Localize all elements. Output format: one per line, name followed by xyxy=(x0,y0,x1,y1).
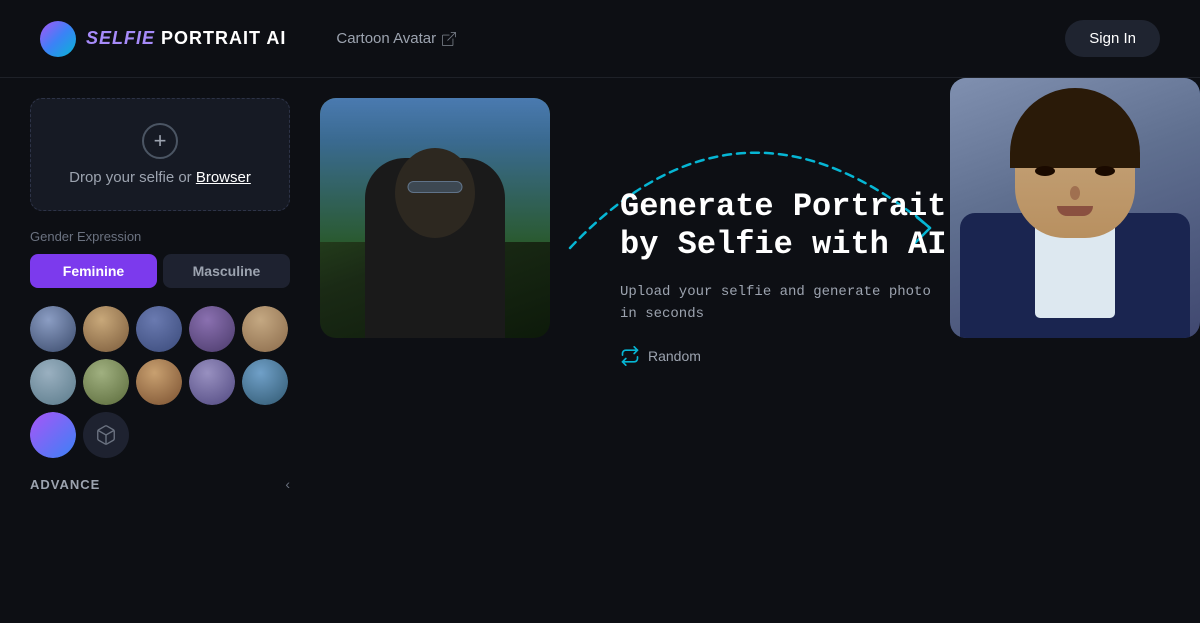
logo-selfie: SELFIE xyxy=(86,28,155,48)
gender-toggle: Feminine Masculine xyxy=(30,254,290,288)
avatar-item[interactable] xyxy=(30,359,76,405)
result-portrait xyxy=(950,78,1200,338)
logo-text: SELFIE PORTRAIT AI xyxy=(86,28,286,49)
hero-title: Generate Portrait by Selfie with AI xyxy=(620,188,970,265)
avatar-item[interactable] xyxy=(30,412,76,458)
logo-icon xyxy=(40,21,76,57)
logo[interactable]: SELFIE PORTRAIT AI xyxy=(40,21,286,57)
avatar-item[interactable] xyxy=(189,359,235,405)
avatar-item[interactable] xyxy=(189,306,235,352)
avatar-item[interactable] xyxy=(83,359,129,405)
avatar-item[interactable] xyxy=(242,359,288,405)
avatar-item[interactable] xyxy=(30,306,76,352)
header: SELFIE PORTRAIT AI Cartoon Avatar Sign I… xyxy=(0,0,1200,78)
avatar-grid xyxy=(30,306,290,458)
left-panel: + Drop your selfie or Browser Gender Exp… xyxy=(0,78,320,622)
advance-section[interactable]: ADVANCE ‹ xyxy=(30,476,290,492)
avatar-item[interactable] xyxy=(242,306,288,352)
upload-browser-link[interactable]: Browser xyxy=(196,169,251,186)
advance-label: ADVANCE xyxy=(30,477,100,492)
upload-plus-icon: + xyxy=(142,123,178,159)
logo-ai: AI xyxy=(261,28,286,48)
upload-dropzone[interactable]: + Drop your selfie or Browser xyxy=(30,98,290,211)
gender-feminine-button[interactable]: Feminine xyxy=(30,254,157,288)
avatar-item[interactable] xyxy=(136,306,182,352)
gender-section: Gender Expression Feminine Masculine xyxy=(30,229,290,288)
hero-content: Generate Portrait by Selfie with AI Uplo… xyxy=(620,188,970,366)
random-icon xyxy=(620,346,640,366)
avatar-3d-item[interactable] xyxy=(83,412,129,458)
header-right: Sign In xyxy=(1065,20,1160,57)
logo-portrait: PORTRAIT xyxy=(155,28,261,48)
random-label: Random xyxy=(648,348,701,364)
avatar-item[interactable] xyxy=(83,306,129,352)
selfie-photo xyxy=(320,98,550,338)
sign-in-button[interactable]: Sign In xyxy=(1065,20,1160,57)
gender-masculine-button[interactable]: Masculine xyxy=(163,254,290,288)
hero-subtitle: Upload your selfie and generate photoin … xyxy=(620,281,970,326)
external-link-icon xyxy=(442,32,456,46)
avatar-item[interactable] xyxy=(136,359,182,405)
upload-text-prefix: Drop your selfie or xyxy=(69,169,196,186)
chevron-left-icon: ‹ xyxy=(285,476,290,492)
cartoon-avatar-link[interactable]: Cartoon Avatar xyxy=(336,30,456,47)
upload-text: Drop your selfie or Browser xyxy=(69,169,251,186)
main-content: + Drop your selfie or Browser Gender Exp… xyxy=(0,78,1200,622)
cartoon-avatar-label: Cartoon Avatar xyxy=(336,30,436,47)
random-button[interactable]: Random xyxy=(620,346,701,366)
gender-label: Gender Expression xyxy=(30,229,290,244)
